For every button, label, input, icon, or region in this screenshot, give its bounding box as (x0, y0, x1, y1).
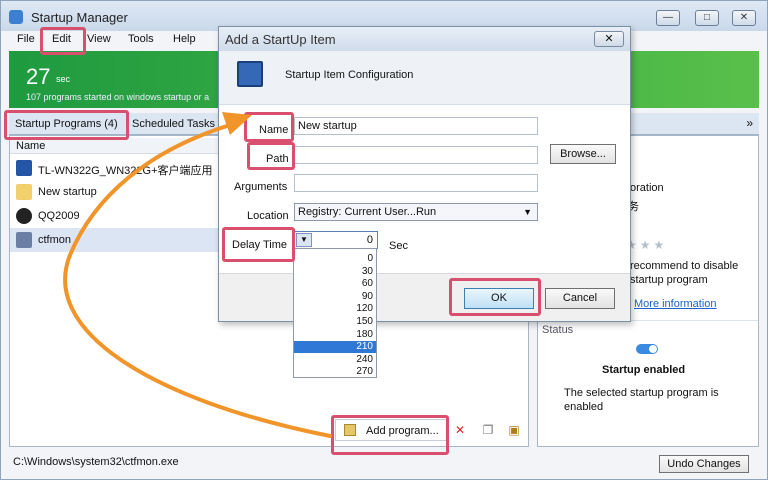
guide-arrow (63, 112, 332, 438)
